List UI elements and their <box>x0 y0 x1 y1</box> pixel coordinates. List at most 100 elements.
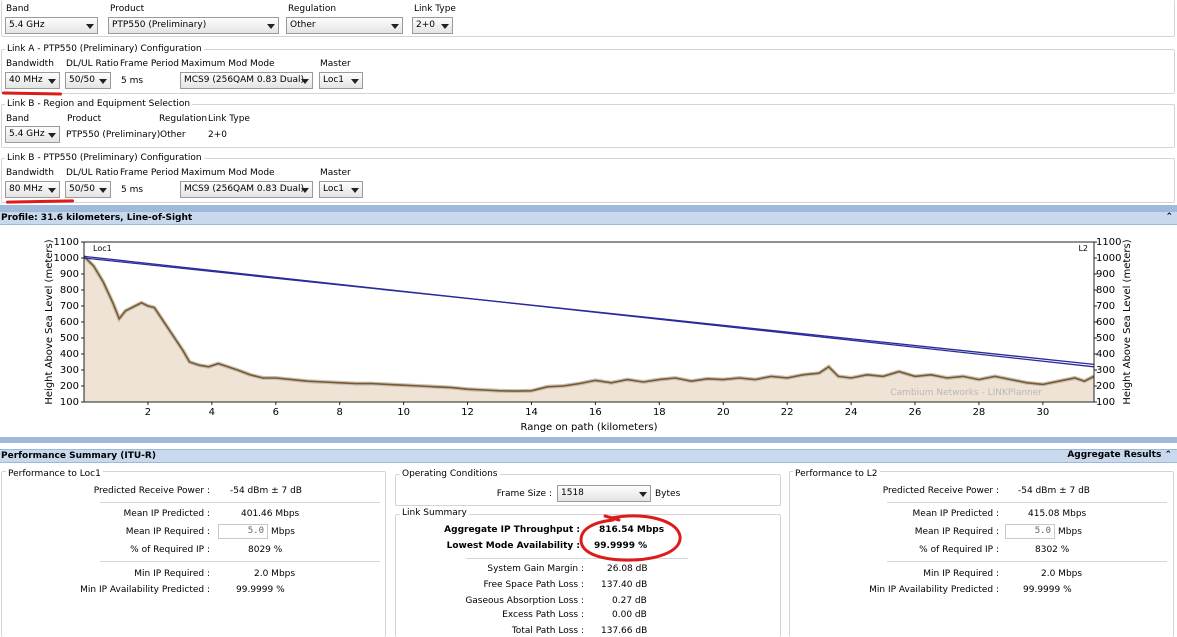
link-b-product-value: PTP550 (Preliminary) <box>66 130 161 140</box>
mean-ip-required-label: Mean IP Required : <box>125 527 210 537</box>
link-b-master-select[interactable]: Loc1 <box>319 181 363 198</box>
min-ip-availability-label: Min IP Availability Predicted : <box>80 585 210 595</box>
y-tick-label-right: 600 <box>1096 317 1115 328</box>
site-label-left: Loc1 <box>93 244 112 253</box>
regulation-select[interactable]: Other <box>286 17 403 34</box>
profile-header[interactable]: Profile: 31.6 kilometers, Line-of-Sight … <box>0 211 1177 225</box>
y-tick-label-right: 800 <box>1096 285 1115 296</box>
system-gain-margin-value: 26.08 dB <box>607 564 648 574</box>
y-tick-label-left: 1100 <box>54 237 79 248</box>
frame-size-unit: Bytes <box>655 489 681 499</box>
regulation-select-value: Other <box>290 20 316 30</box>
site-label-right: L2 <box>1078 244 1088 253</box>
double-chevron-up-icon: ⌃ <box>1164 450 1172 460</box>
lowest-mode-availability-label: Lowest Mode Availability : <box>446 541 580 551</box>
y-tick-label-left: 200 <box>60 381 79 392</box>
link-a-frame-period-value: 5 ms <box>121 76 144 86</box>
mean-ip-required-unit: Mbps <box>271 527 295 537</box>
divider <box>100 561 380 562</box>
bandwidth-label: Bandwidth <box>6 59 54 69</box>
x-axis-title: Range on path (kilometers) <box>521 422 658 433</box>
chevron-down-icon <box>267 24 275 29</box>
bandwidth-label: Bandwidth <box>6 168 54 178</box>
band-label: Band <box>6 4 30 14</box>
chevron-down-icon <box>99 79 107 84</box>
x-tick-label: 26 <box>909 407 922 418</box>
double-chevron-up-icon[interactable]: ⌃ <box>1165 212 1173 222</box>
chevron-down-icon <box>301 79 309 84</box>
mean-ip-predicted-label: Mean IP Predicted : <box>912 509 999 519</box>
performance-l2-title: Performance to L2 <box>793 469 880 479</box>
link-b-region-title: Link B - Region and Equipment Selection <box>5 99 193 109</box>
operating-conditions-title: Operating Conditions <box>400 469 500 479</box>
link-b-band-select[interactable]: 5.4 GHz <box>5 126 60 143</box>
x-tick-label: 12 <box>461 407 474 418</box>
divider <box>100 502 380 503</box>
max-mod-label: Maximum Mod Mode <box>181 168 275 178</box>
band-select[interactable]: 5.4 GHz <box>5 17 98 34</box>
link-b-master-value: Loc1 <box>323 184 345 194</box>
x-tick-label: 16 <box>589 407 602 418</box>
link-a-master-select[interactable]: Loc1 <box>319 72 363 89</box>
link-type-select-value: 2+0 <box>416 20 435 30</box>
x-tick-label: 28 <box>973 407 986 418</box>
red-underline-annotation <box>1 91 63 96</box>
product-select[interactable]: PTP550 (Preliminary) <box>108 17 279 34</box>
link-type-label: Link Type <box>208 114 250 124</box>
x-tick-label: 6 <box>273 407 279 418</box>
x-tick-label: 18 <box>653 407 666 418</box>
pct-required-label: % of Required IP : <box>130 545 210 555</box>
link-a-maxmod-select[interactable]: MCS9 (256QAM 0.83 Dual) <box>180 72 313 89</box>
l2-min-ip-availability-value: 99.9999 % <box>1023 585 1072 595</box>
link-b-maxmod-select[interactable]: MCS9 (256QAM 0.83 Dual) <box>180 181 313 198</box>
chevron-down-icon <box>441 24 449 29</box>
chevron-down-icon <box>391 24 399 29</box>
l2-min-ip-required-value: 2.0 Mbps <box>1041 569 1083 579</box>
y-tick-label-left: 300 <box>60 365 79 376</box>
y-tick-label-left: 600 <box>60 317 79 328</box>
link-b-config-group <box>1 158 1175 203</box>
system-gain-margin-label: System Gain Margin : <box>487 564 584 574</box>
loc1-min-ip-availability-value: 99.9999 % <box>236 585 285 595</box>
watermark: Cambium Networks - LINKPlanner <box>890 388 1042 398</box>
red-circle-annotation <box>579 514 682 562</box>
x-tick-label: 4 <box>209 407 215 418</box>
x-tick-label: 14 <box>525 407 538 418</box>
frame-size-select[interactable]: 1518 <box>557 485 651 502</box>
x-tick-label: 8 <box>337 407 343 418</box>
profile-title: Profile: 31.6 kilometers, Line-of-Sight <box>1 213 193 223</box>
y-tick-label-right: 100 <box>1096 397 1115 408</box>
profile-chart: 100 100 200 200 300 300 400 400 500 500 600 600 700 7… <box>44 237 1133 433</box>
x-tick-label: 20 <box>717 407 730 418</box>
link-b-region-group <box>1 104 1175 148</box>
link-a-bandwidth-select[interactable]: 40 MHz <box>5 72 60 89</box>
link-b-bandwidth-select[interactable]: 80 MHz <box>5 181 60 198</box>
link-b-config-title: Link B - PTP550 (Preliminary) Configurat… <box>5 153 204 163</box>
y-tick-label-left: 900 <box>60 269 79 280</box>
y-tick-label-left: 100 <box>60 397 79 408</box>
link-b-band-value: 5.4 GHz <box>9 129 45 139</box>
master-label: Master <box>320 168 351 178</box>
y-tick-label-left: 1000 <box>54 253 79 264</box>
link-a-dlul-value: 50/50 <box>69 75 95 85</box>
loc1-mean-ip-required-input[interactable]: 5.0 <box>218 524 268 539</box>
link-a-dlul-select[interactable]: 50/50 <box>65 72 111 89</box>
chevron-down-icon <box>639 492 647 497</box>
loc1-pct-required-value: 8029 % <box>248 545 283 555</box>
min-ip-required-label: Min IP Required : <box>134 569 210 579</box>
x-tick-label: 2 <box>145 407 151 418</box>
product-label: Product <box>110 4 145 14</box>
link-b-dlul-select[interactable]: 50/50 <box>65 181 111 198</box>
link-type-select[interactable]: 2+0 <box>412 17 453 34</box>
x-tick-label: 30 <box>1036 407 1049 418</box>
master-label: Master <box>320 59 351 69</box>
section-divider <box>0 437 1177 443</box>
loc1-mean-ip-predicted-value: 401.46 Mbps <box>241 509 300 519</box>
y-tick-label-right: 700 <box>1096 301 1115 312</box>
aggregate-results-toggle[interactable]: Aggregate Results ⌃ <box>1067 450 1172 460</box>
l2-mean-ip-required-input[interactable]: 5.0 <box>1005 524 1055 539</box>
performance-header[interactable]: Performance Summary (ITU-R) Aggregate Re… <box>0 449 1177 463</box>
max-mod-label: Maximum Mod Mode <box>181 59 275 69</box>
excess-path-loss-value: 0.00 dB <box>612 610 647 620</box>
dlul-label: DL/UL Ratio <box>66 168 119 178</box>
